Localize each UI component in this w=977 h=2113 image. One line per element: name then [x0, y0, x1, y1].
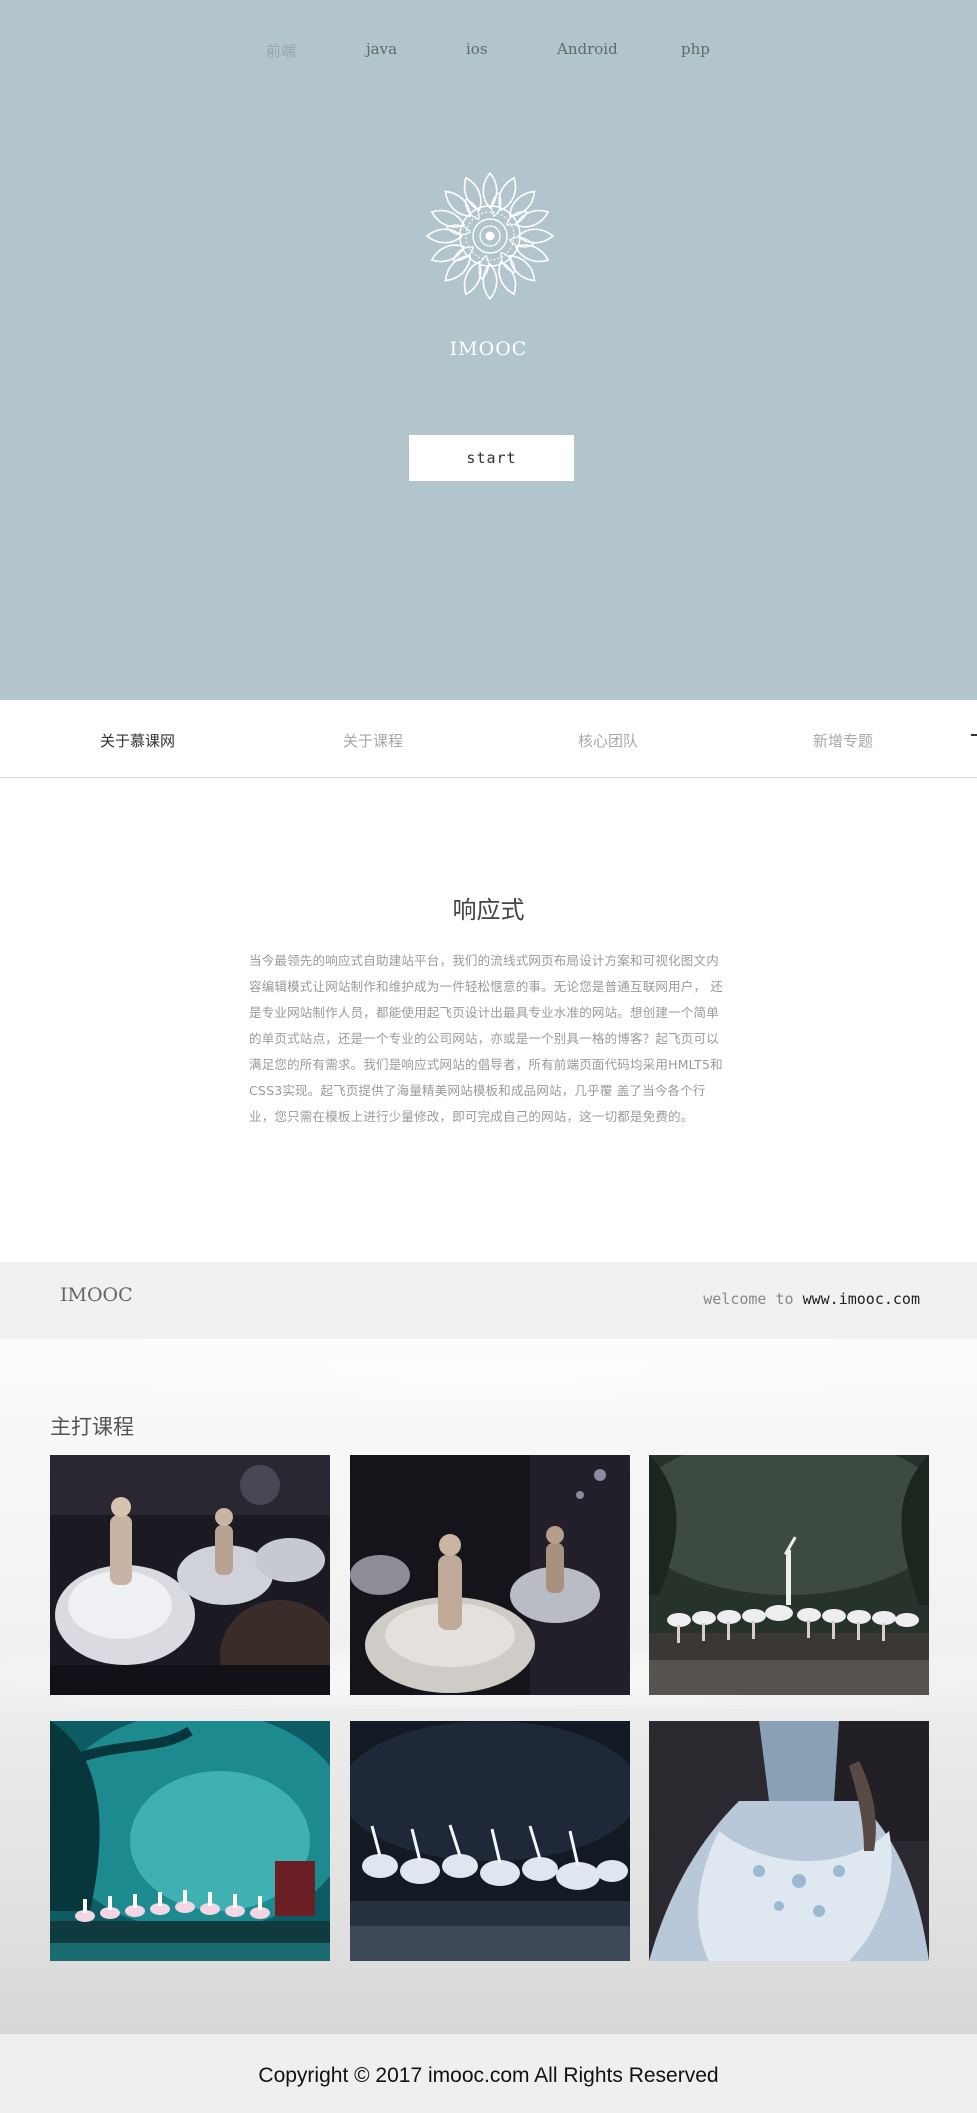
- courses-heading: 主打课程: [50, 1415, 134, 1439]
- tab-about-courses[interactable]: 关于课程: [343, 730, 403, 751]
- welcome-text: welcome to www.imooc.com: [703, 1290, 920, 1308]
- ballet-backstage-photo-2[interactable]: [350, 1455, 630, 1695]
- nav-item-java[interactable]: java: [366, 40, 397, 58]
- nav-item-android[interactable]: Android: [557, 40, 618, 58]
- intro-paragraph: 当今最领先的响应式自助建站平台，我们的流线式网页布局设计方案和可视化图文内容编辑…: [249, 953, 724, 1124]
- nav-item-ios[interactable]: ios: [466, 40, 488, 58]
- ballerina-tutu-closeup-photo[interactable]: [649, 1721, 929, 1961]
- intro-heading: 响应式: [452, 896, 525, 924]
- hero-title: IMOOC: [449, 338, 528, 360]
- section-tab-bar: 关于慕课网 关于课程 核心团队 新增专题: [0, 700, 977, 778]
- page-footer: Copyright © 2017 imooc.com All Rights Re…: [0, 2034, 977, 2113]
- nav-item-frontend[interactable]: 前端: [266, 40, 296, 61]
- tab-new-topics[interactable]: 新增专题: [813, 730, 873, 751]
- ballet-teal-forest-stage-photo[interactable]: [50, 1721, 330, 1961]
- site-url-link[interactable]: www.imooc.com: [803, 1290, 920, 1308]
- ballet-backstage-photo-1[interactable]: [50, 1455, 330, 1695]
- nav-item-php[interactable]: php: [681, 40, 710, 58]
- top-nav: 前端 java ios Android php: [0, 40, 977, 64]
- start-button[interactable]: start: [409, 435, 574, 481]
- welcome-prefix: welcome to: [703, 1290, 803, 1308]
- lace-mandala-icon: [424, 170, 556, 302]
- swan-lake-stage-photo[interactable]: [649, 1455, 929, 1695]
- hero-banner: 前端 java ios Android php IMOOC start: [0, 0, 977, 700]
- featured-courses: 主打课程: [0, 1339, 977, 2034]
- background-haze: [0, 1339, 977, 1399]
- scroll-arrow-icon: [971, 734, 977, 736]
- tab-core-team[interactable]: 核心团队: [578, 730, 638, 751]
- strip-brand: IMOOC: [60, 1284, 133, 1306]
- ballet-corps-dark-photo[interactable]: [350, 1721, 630, 1961]
- copyright-text: Copyright © 2017 imooc.com All Rights Re…: [258, 2064, 719, 2087]
- brand-strip: IMOOC welcome to www.imooc.com: [0, 1262, 977, 1339]
- tab-about-imooc[interactable]: 关于慕课网: [100, 730, 175, 751]
